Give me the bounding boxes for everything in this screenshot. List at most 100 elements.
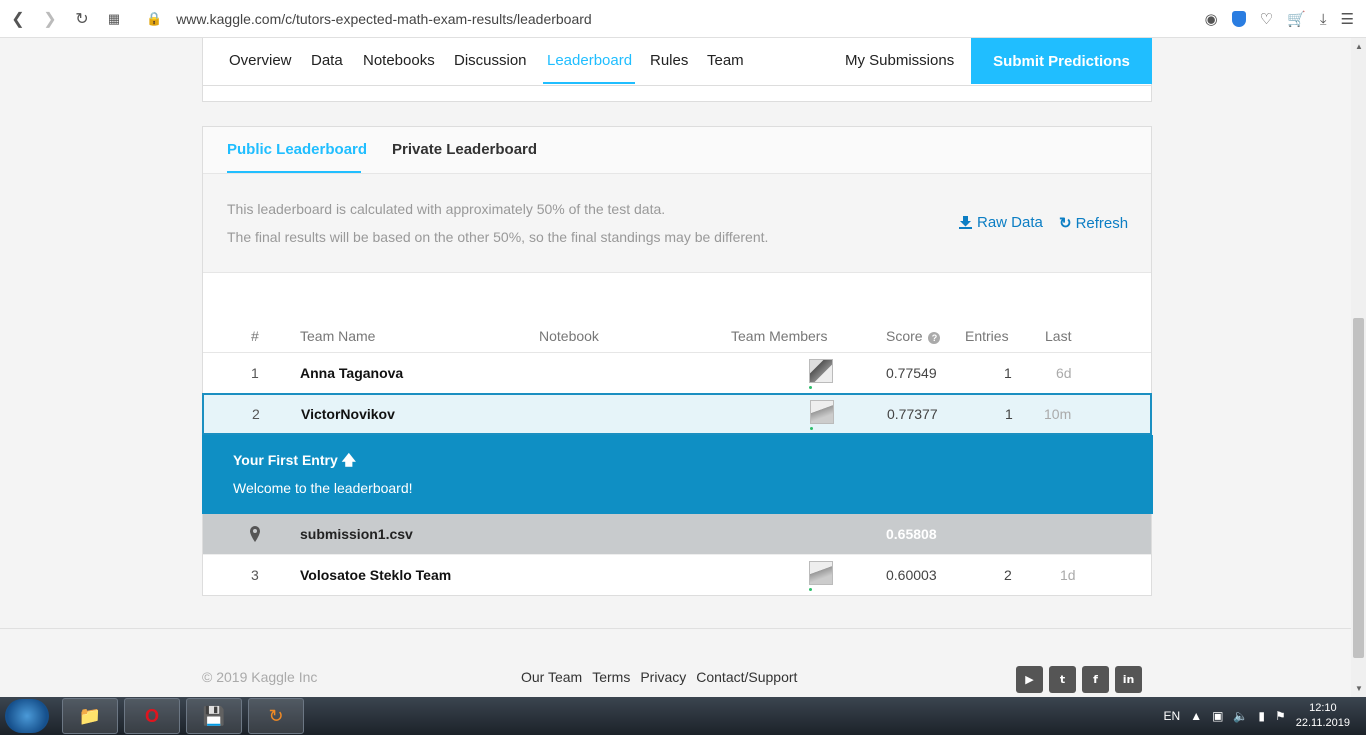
row-score: 0.77549	[886, 365, 937, 381]
network-icon[interactable]: ▮	[1258, 709, 1265, 723]
banner-title: Your First Entry 🡅	[233, 450, 356, 474]
tab-leaderboard[interactable]: Leaderboard	[547, 52, 632, 69]
row-entries: 1	[1005, 406, 1013, 422]
avatar[interactable]	[809, 561, 833, 585]
windows-taskbar: 📁 O 💾 ↻ EN ▲ ▣ 🔈 ▮ ⚑ 12:10 22.11.2019	[0, 697, 1366, 735]
clock-date: 22.11.2019	[1295, 717, 1350, 729]
col-team-members: Team Members	[731, 328, 828, 344]
row-entries: 1	[1004, 365, 1012, 381]
arrow-up-icon: 🡅	[341, 452, 357, 468]
youtube-icon[interactable]: ▶	[1016, 666, 1043, 693]
online-dot	[810, 427, 813, 430]
online-dot	[809, 386, 812, 389]
tabs-grid-icon[interactable]: ▦	[100, 5, 128, 33]
competition-tabs: Overview Data Notebooks Discussion Leade…	[203, 38, 1152, 86]
forward-icon[interactable]: ❯	[36, 5, 64, 33]
tab-public-leaderboard[interactable]: Public Leaderboard	[227, 141, 367, 158]
sync-taskbar-icon[interactable]: ↻	[248, 698, 304, 734]
leaderboard-info: This leaderboard is calculated with appr…	[203, 174, 1151, 273]
clock[interactable]: 12:10 22.11.2019	[1296, 701, 1350, 731]
row-last: 1d	[1060, 567, 1076, 583]
flag-icon[interactable]: ⚑	[1275, 709, 1286, 723]
table-row[interactable]: 3 Volosatoe Steklo Team 0.60003 2 1d	[203, 555, 1151, 596]
heart-icon[interactable]: ♡	[1260, 10, 1273, 28]
tab-overview[interactable]: Overview	[229, 52, 292, 69]
tab-data[interactable]: Data	[311, 52, 343, 69]
competition-header: Overview Data Notebooks Discussion Leade…	[202, 38, 1152, 102]
footer-link-contact[interactable]: Contact/Support	[696, 669, 797, 685]
row-team-name[interactable]: Volosatoe Steklo Team	[300, 567, 451, 583]
tab-private-leaderboard[interactable]: Private Leaderboard	[392, 141, 537, 158]
row-score: 0.77377	[887, 406, 938, 422]
leaderboard-card: Public Leaderboard Private Leaderboard T…	[202, 126, 1153, 596]
row-last: 10m	[1044, 406, 1072, 422]
reload-icon[interactable]: ↻	[68, 5, 96, 33]
help-icon[interactable]: ?	[928, 332, 941, 344]
avatar[interactable]	[810, 400, 834, 424]
row-entries: 2	[1004, 567, 1012, 583]
col-last: Last	[1045, 328, 1072, 344]
tab-rules[interactable]: Rules	[650, 52, 688, 69]
submission-row[interactable]: submission1.csv 0.65808	[203, 514, 1151, 555]
active-tab-indicator	[227, 171, 361, 173]
footer-link-our-team[interactable]: Our Team	[521, 669, 582, 685]
linkedin-icon[interactable]: in	[1115, 666, 1142, 693]
pin-icon	[250, 526, 260, 542]
scroll-up-icon[interactable]: ▲	[1355, 42, 1363, 51]
tab-team[interactable]: Team	[707, 52, 744, 69]
system-tray: EN ▲ ▣ 🔈 ▮ ⚑ 12:10 22.11.2019	[1164, 697, 1350, 735]
tab-notebooks[interactable]: Notebooks	[363, 52, 435, 69]
copyright: © 2019 Kaggle Inc	[202, 669, 318, 685]
tray-expand-icon[interactable]: ▲	[1190, 709, 1202, 723]
col-score: Score ?	[886, 328, 941, 344]
row-team-name[interactable]: Anna Taganova	[300, 365, 403, 381]
refresh-link[interactable]: ↻ Refresh	[1059, 214, 1129, 233]
scroll-thumb[interactable]	[1353, 318, 1364, 658]
banner-title-text: Your First Entry	[233, 452, 338, 468]
camera-icon[interactable]: ◉	[1205, 10, 1218, 28]
raw-data-link[interactable]: Raw Data	[958, 214, 1043, 231]
refresh-label: Refresh	[1075, 214, 1129, 232]
table-row[interactable]: 1 Anna Taganova 0.77549 1 6d	[203, 353, 1151, 394]
back-icon[interactable]: ❮	[4, 5, 32, 33]
shield-icon[interactable]	[1231, 11, 1246, 27]
browser-toolbar: ❮ ❯ ↻ ▦ 🔒 www.kaggle.com/c/tutors-expect…	[0, 0, 1366, 38]
table-row-current-user[interactable]: 2 VictorNovikov 0.77377 1 10m	[202, 393, 1152, 435]
page-scrollbar[interactable]: ▲ ▼	[1351, 38, 1366, 697]
download-icon[interactable]: ⤓	[1320, 11, 1327, 28]
col-team-name: Team Name	[300, 328, 376, 344]
refresh-icon: ↻	[1059, 215, 1072, 232]
submit-predictions-button[interactable]: Submit Predictions	[971, 38, 1152, 84]
first-entry-banner: Your First Entry 🡅 Welcome to the leader…	[202, 435, 1153, 514]
footer-link-privacy[interactable]: Privacy	[640, 669, 686, 685]
raw-data-label: Raw Data	[977, 214, 1043, 231]
opera-taskbar-icon[interactable]: O	[124, 698, 180, 734]
row-team-name[interactable]: VictorNovikov	[301, 406, 395, 422]
language-indicator[interactable]: EN	[1164, 709, 1181, 723]
volume-icon[interactable]: 🔈	[1233, 709, 1248, 723]
col-rank: #	[251, 328, 259, 344]
lock-icon: 🔒	[146, 10, 163, 26]
my-submissions-link[interactable]: My Submissions	[845, 52, 954, 69]
col-notebook: Notebook	[539, 328, 599, 344]
facebook-icon[interactable]: f	[1082, 666, 1109, 693]
tab-discussion[interactable]: Discussion	[454, 52, 527, 69]
clock-time: 12:10	[1309, 702, 1337, 714]
scroll-down-icon[interactable]: ▼	[1355, 684, 1363, 693]
info-text-line1: This leaderboard is calculated with appr…	[227, 201, 666, 217]
footer-links: Our Team Terms Privacy Contact/Support	[521, 669, 797, 685]
row-rank: 3	[251, 567, 259, 583]
avatar[interactable]	[809, 359, 833, 383]
cart-icon[interactable]: 🛒	[1287, 10, 1306, 28]
leaderboard-tabs: Public Leaderboard Private Leaderboard	[203, 127, 1151, 174]
usb-icon[interactable]: ▣	[1212, 709, 1223, 723]
twitter-icon[interactable]: t	[1049, 666, 1076, 693]
menu-icon[interactable]: ☰	[1341, 10, 1354, 28]
footer-link-terms[interactable]: Terms	[592, 669, 630, 685]
explorer-taskbar-icon[interactable]: 📁	[62, 698, 118, 734]
app-taskbar-icon[interactable]: 💾	[186, 698, 242, 734]
col-entries: Entries	[965, 328, 1009, 344]
address-bar[interactable]: www.kaggle.com/c/tutors-expected-math-ex…	[176, 11, 592, 27]
download-icon	[959, 216, 972, 229]
start-button[interactable]	[5, 699, 49, 733]
